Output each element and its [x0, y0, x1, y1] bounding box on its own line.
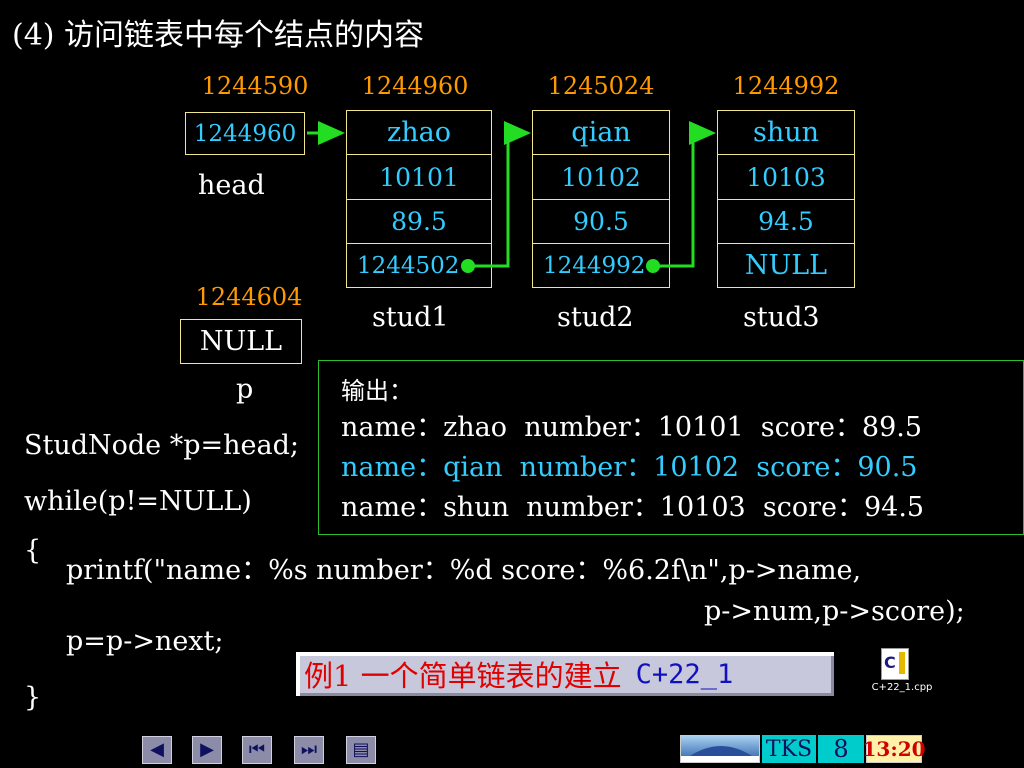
stud2-next-arrow: [653, 121, 716, 268]
code-line-2: while(p!=NULL): [24, 486, 252, 517]
skip-start-icon: ⏮: [248, 739, 266, 760]
code-line-6: p=p->next;: [66, 626, 224, 657]
output-heading: 输出：: [341, 377, 413, 405]
document-icon: ▤: [352, 739, 370, 760]
first-slide-button[interactable]: ⏮: [242, 736, 272, 764]
logo-banner: [680, 735, 760, 763]
page-number: 8: [818, 735, 864, 763]
example-link[interactable]: C+22_1: [636, 659, 734, 690]
p-value-box: NULL: [180, 319, 302, 364]
code-line-5: p->num,p->score);: [704, 596, 965, 627]
example-link-button[interactable]: 例1 一个简单链表的建立 C+22_1: [296, 652, 834, 696]
output-line-2: name：qian number：10102 score：90.5: [341, 452, 918, 483]
logo-icon: [681, 746, 759, 762]
prev-slide-button[interactable]: ◀: [142, 736, 172, 764]
document-button[interactable]: ▤: [346, 736, 376, 764]
stud1-next-arrow: [468, 121, 531, 268]
skip-end-icon: ⏭: [300, 739, 318, 760]
output-line-3: name：shun number：10103 score：94.5: [341, 492, 925, 523]
code-line-1: StudNode *p=head;: [24, 430, 299, 461]
next-slide-button[interactable]: ▶: [192, 736, 222, 764]
last-slide-button[interactable]: ⏭: [294, 736, 324, 764]
code-line-3: {: [24, 535, 42, 566]
triangle-left-icon: ◀: [150, 739, 164, 760]
brand-badge: TKS: [762, 735, 816, 763]
cpp-file-shortcut[interactable]: C C+22_1.cpp: [866, 648, 938, 698]
cpp-file-caption: C+22_1.cpp: [871, 682, 933, 693]
example-text: 例1 一个简单链表的建立: [304, 659, 622, 693]
output-line-1: name：zhao number：10101 score：89.5: [341, 412, 923, 443]
code-line-4: printf("name：%s number：%d score：%6.2f\n"…: [66, 555, 862, 586]
code-line-7: }: [24, 682, 42, 713]
triangle-right-icon: ▶: [200, 739, 214, 760]
cpp-file-icon: C: [881, 648, 909, 680]
p-address: 1244604: [195, 283, 303, 311]
p-label: p: [236, 374, 254, 405]
output-panel: 输出： name：zhao number：10101 score：89.5 na…: [318, 360, 1024, 535]
clock-display: 13:20: [862, 735, 926, 763]
